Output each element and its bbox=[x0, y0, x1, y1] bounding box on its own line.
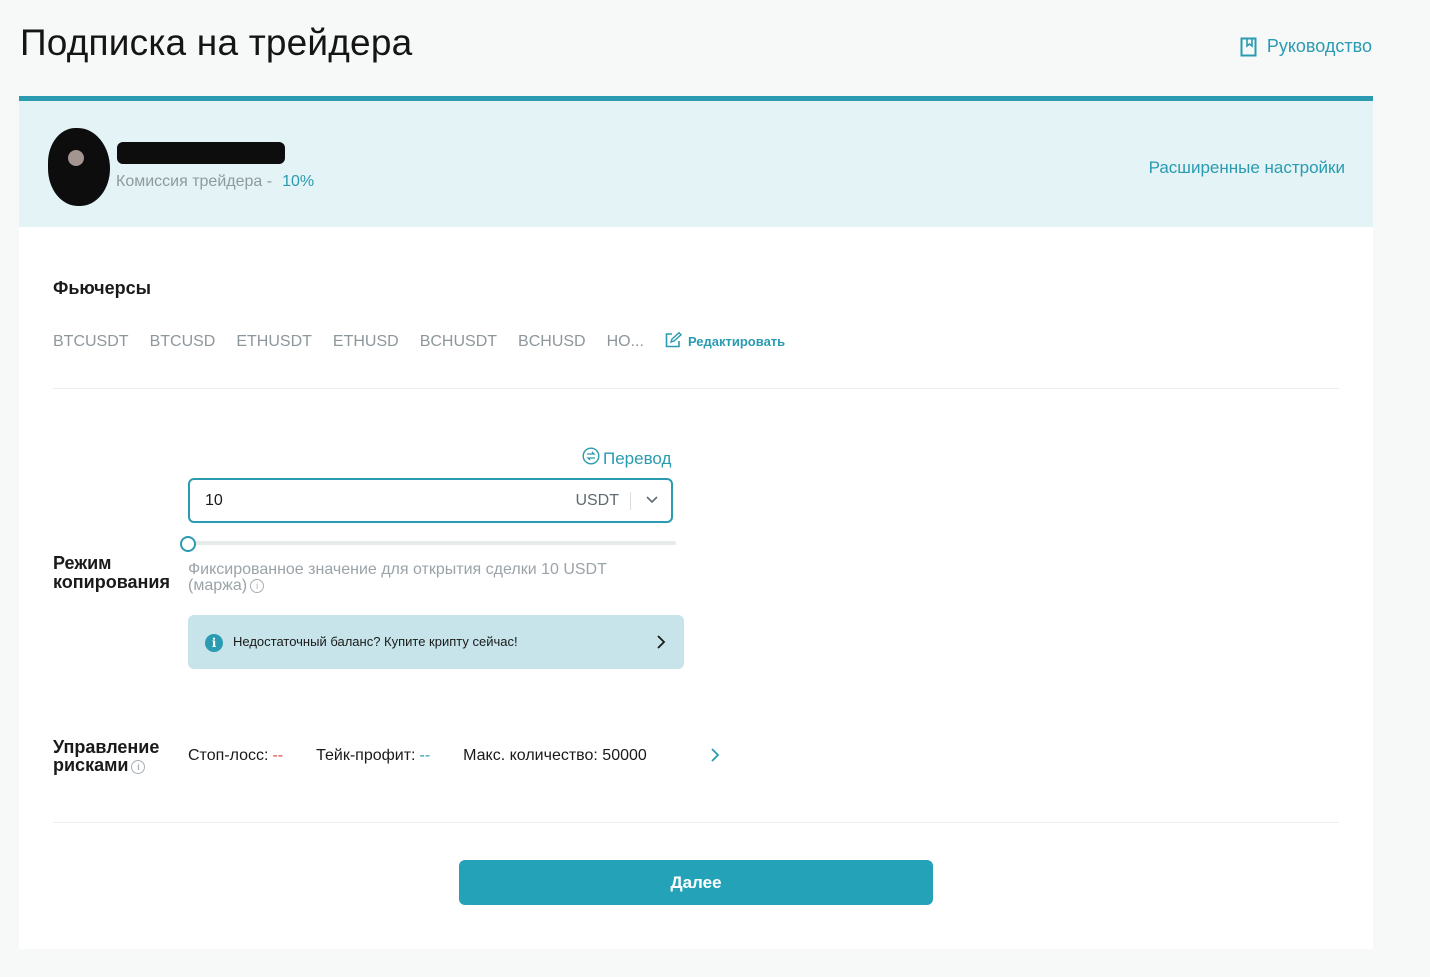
chevron-down-icon[interactable] bbox=[645, 492, 659, 511]
slider-handle[interactable] bbox=[180, 536, 196, 552]
copy-mode-label-line2: копирования bbox=[53, 572, 170, 592]
avatar bbox=[48, 128, 110, 206]
info-icon[interactable]: i bbox=[250, 579, 265, 593]
max-quantity: Макс. количество: 50000 bbox=[463, 747, 647, 764]
futures-title: Фьючерсы bbox=[53, 278, 151, 298]
pair-item: BCHUSDT bbox=[419, 332, 498, 350]
divider bbox=[53, 822, 1339, 823]
transfer-label: Перевод bbox=[603, 448, 672, 468]
pair-item: ETHUSD bbox=[332, 332, 399, 350]
take-profit-label: Тейк-профит: bbox=[316, 747, 416, 764]
amount-value: 10 bbox=[205, 492, 223, 509]
next-button[interactable]: Далее bbox=[459, 860, 933, 905]
risk-summary: Стоп-лосс: -- Тейк-профит: -- Макс. количе… bbox=[188, 747, 647, 765]
trader-name-redacted bbox=[117, 142, 285, 164]
commission-line: Комиссия трейдера - 10% bbox=[116, 173, 314, 191]
edit-label: Редактировать bbox=[687, 334, 786, 349]
buy-crypto-banner[interactable]: i Недостаточный баланс? Купите крипту се… bbox=[188, 615, 684, 669]
pair-item: HO... bbox=[606, 332, 644, 350]
amount-slider[interactable] bbox=[191, 541, 676, 545]
trader-bar: Комиссия трейдера - 10% Расширенные настр… bbox=[19, 101, 1373, 227]
book-icon bbox=[1240, 37, 1257, 57]
edit-pairs-link[interactable]: Редактировать bbox=[665, 331, 786, 351]
currency-select[interactable]: USDT bbox=[575, 492, 619, 510]
chevron-right-icon[interactable] bbox=[710, 747, 720, 768]
guide-label: Руководство bbox=[1266, 36, 1372, 56]
subscription-card: Комиссия трейдера - 10% Расширенные настр… bbox=[19, 96, 1373, 949]
info-icon[interactable]: i bbox=[131, 760, 146, 774]
hint-line2: (маржа) bbox=[188, 577, 248, 594]
copy-mode-label-line1: Режим bbox=[53, 553, 112, 573]
copy-mode-label: Режим копирования bbox=[53, 554, 170, 592]
risk-management-label: Управление рисками i bbox=[53, 738, 159, 774]
transfer-link[interactable]: Перевод bbox=[582, 447, 671, 470]
risk-label-line1: Управление bbox=[53, 737, 160, 757]
banner-text: Недостаточный баланс? Купите крипту сейч… bbox=[233, 634, 518, 649]
pair-item: BCHUSD bbox=[518, 332, 586, 350]
risk-label-line2: рисками bbox=[53, 755, 129, 775]
pair-item: BTCUSDT bbox=[53, 332, 129, 350]
pair-item: BTCUSD bbox=[149, 332, 216, 350]
stop-loss-label: Стоп-лосс: bbox=[188, 747, 269, 764]
divider bbox=[53, 388, 1339, 389]
stop-loss-value: -- bbox=[272, 747, 284, 764]
amount-input[interactable]: 10 USDT bbox=[188, 478, 673, 523]
advanced-settings-link[interactable]: Расширенные настройки bbox=[1149, 158, 1345, 178]
hint-line1: Фиксированное значение для открытия сдел… bbox=[188, 561, 607, 578]
info-icon: i bbox=[205, 634, 223, 652]
transfer-icon bbox=[582, 447, 600, 470]
page-title: Подписка на трейдера bbox=[20, 22, 413, 63]
unit-separator bbox=[630, 492, 631, 510]
edit-icon bbox=[665, 331, 682, 351]
chevron-right-icon bbox=[656, 634, 666, 655]
take-profit: Тейк-профит: -- bbox=[316, 747, 430, 765]
copy-mode-hint: Фиксированное значение для открытия сдел… bbox=[188, 562, 668, 594]
pair-item: ETHUSDT bbox=[236, 332, 312, 350]
guide-link[interactable]: Руководство bbox=[1240, 36, 1372, 57]
commission-label: Комиссия трейдера - bbox=[116, 173, 273, 190]
commission-value: 10% bbox=[282, 173, 315, 190]
stop-loss: Стоп-лосс: -- bbox=[188, 747, 283, 765]
pairs-list: BTCUSDT BTCUSD ETHUSDT ETHUSD BCHUSDT BC… bbox=[53, 331, 786, 351]
take-profit-value: -- bbox=[419, 747, 431, 764]
